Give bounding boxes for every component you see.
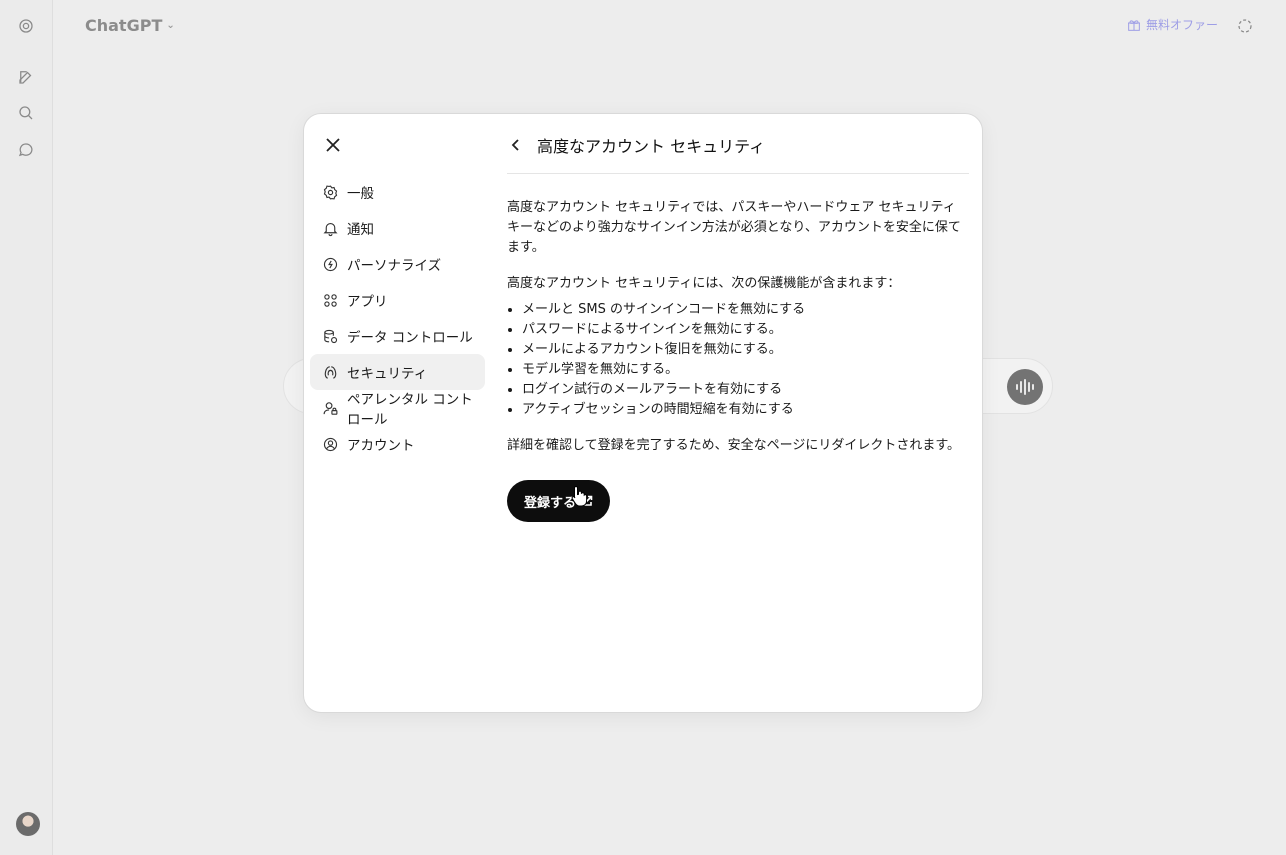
nav-item-label: 一般 xyxy=(347,186,374,202)
new-chat-icon[interactable] xyxy=(13,64,39,90)
gift-icon xyxy=(1128,19,1140,31)
avatar[interactable] xyxy=(16,812,40,836)
nav-item-account[interactable]: アカウント xyxy=(310,426,485,462)
feature-list: メールと SMS のサインインコードを無効にする パスワードによるサインインを無… xyxy=(507,300,969,420)
voice-mode-button[interactable] xyxy=(1007,369,1043,405)
sidebar-rail xyxy=(0,0,53,855)
features-heading: 高度なアカウント セキュリティには、次の保護機能が含まれます： xyxy=(507,276,901,291)
close-icon xyxy=(326,138,340,152)
nav-item-apps[interactable]: アプリ xyxy=(310,282,485,318)
model-selector[interactable]: ChatGPT ⌄ xyxy=(85,16,175,35)
free-offer-label: 無料オファー xyxy=(1146,18,1219,32)
chevron-down-icon: ⌄ xyxy=(166,20,175,31)
register-label: 登録する xyxy=(524,495,577,511)
list-item: ログイン試行のメールアラートを有効にする xyxy=(522,380,969,400)
list-item: モデル学習を無効にする。 xyxy=(522,360,969,380)
account-icon xyxy=(323,437,338,451)
settings-dialog: 一般 通知 パーソナライズ アプリ データ コントロール セキュリティ ペアレン… xyxy=(303,113,983,713)
divider xyxy=(507,173,969,174)
nav-item-personalize[interactable]: パーソナライズ xyxy=(310,246,485,282)
nav-item-label: 通知 xyxy=(347,222,374,238)
list-item: メールによるアカウント復旧を無効にする。 xyxy=(522,340,969,360)
nav-item-security[interactable]: セキュリティ xyxy=(310,354,485,390)
security-icon xyxy=(324,365,337,379)
redirect-note: 詳細を確認して登録を完了するため、安全なページにリダイレクトされます。 xyxy=(507,438,961,453)
nav-item-label: データ コントロール xyxy=(347,330,473,346)
parental-icon xyxy=(323,401,338,415)
intro-text: 高度なアカウント セキュリティでは、パスキーやハードウェア セキュリティ キーな… xyxy=(507,200,961,255)
personalize-icon xyxy=(323,257,338,271)
panel-header: 高度なアカウント セキュリティ xyxy=(507,132,969,158)
nav-item-label: アカウント xyxy=(347,438,415,454)
nav-item-notifications[interactable]: 通知 xyxy=(310,210,485,246)
nav-item-label: アプリ xyxy=(347,294,388,310)
hand-cursor-icon xyxy=(571,485,588,507)
list-item: アクティブセッションの時間短縮を有効にする xyxy=(522,400,969,420)
nav-item-parental-controls[interactable]: ペアレンタル コントロール xyxy=(310,390,485,428)
back-button[interactable] xyxy=(507,136,525,154)
chat-bubble-icon[interactable] xyxy=(13,137,39,163)
register-button[interactable]: 登録する xyxy=(507,480,611,522)
page-title: 高度なアカウント セキュリティ xyxy=(537,137,766,156)
nav-item-general[interactable]: 一般 xyxy=(310,174,485,210)
temporary-chat-icon[interactable] xyxy=(1236,17,1254,35)
list-item: メールと SMS のサインインコードを無効にする xyxy=(522,300,969,320)
nav-item-label: セキュリティ xyxy=(347,366,428,382)
app-title: ChatGPT xyxy=(85,16,163,35)
nav-item-label: パーソナライズ xyxy=(347,258,442,274)
database-icon xyxy=(324,329,338,343)
gear-icon xyxy=(323,184,338,200)
logo-icon[interactable] xyxy=(13,13,39,39)
close-button[interactable] xyxy=(322,134,344,156)
list-item: パスワードによるサインインを無効にする。 xyxy=(522,320,969,340)
security-panel: 高度なアカウント セキュリティ 高度なアカウント セキュリティでは、パスキーやハ… xyxy=(507,132,969,522)
bell-icon xyxy=(323,222,338,236)
apps-icon xyxy=(324,293,337,307)
settings-nav: 一般 通知 パーソナライズ アプリ データ コントロール セキュリティ ペアレン… xyxy=(310,174,485,462)
search-icon[interactable] xyxy=(13,100,39,126)
nav-item-data-controls[interactable]: データ コントロール xyxy=(310,318,485,354)
free-offer-button[interactable]: 無料オファー xyxy=(1126,16,1218,33)
nav-item-label: ペアレンタル コントロール xyxy=(347,392,473,428)
chevron-left-icon xyxy=(511,139,519,151)
